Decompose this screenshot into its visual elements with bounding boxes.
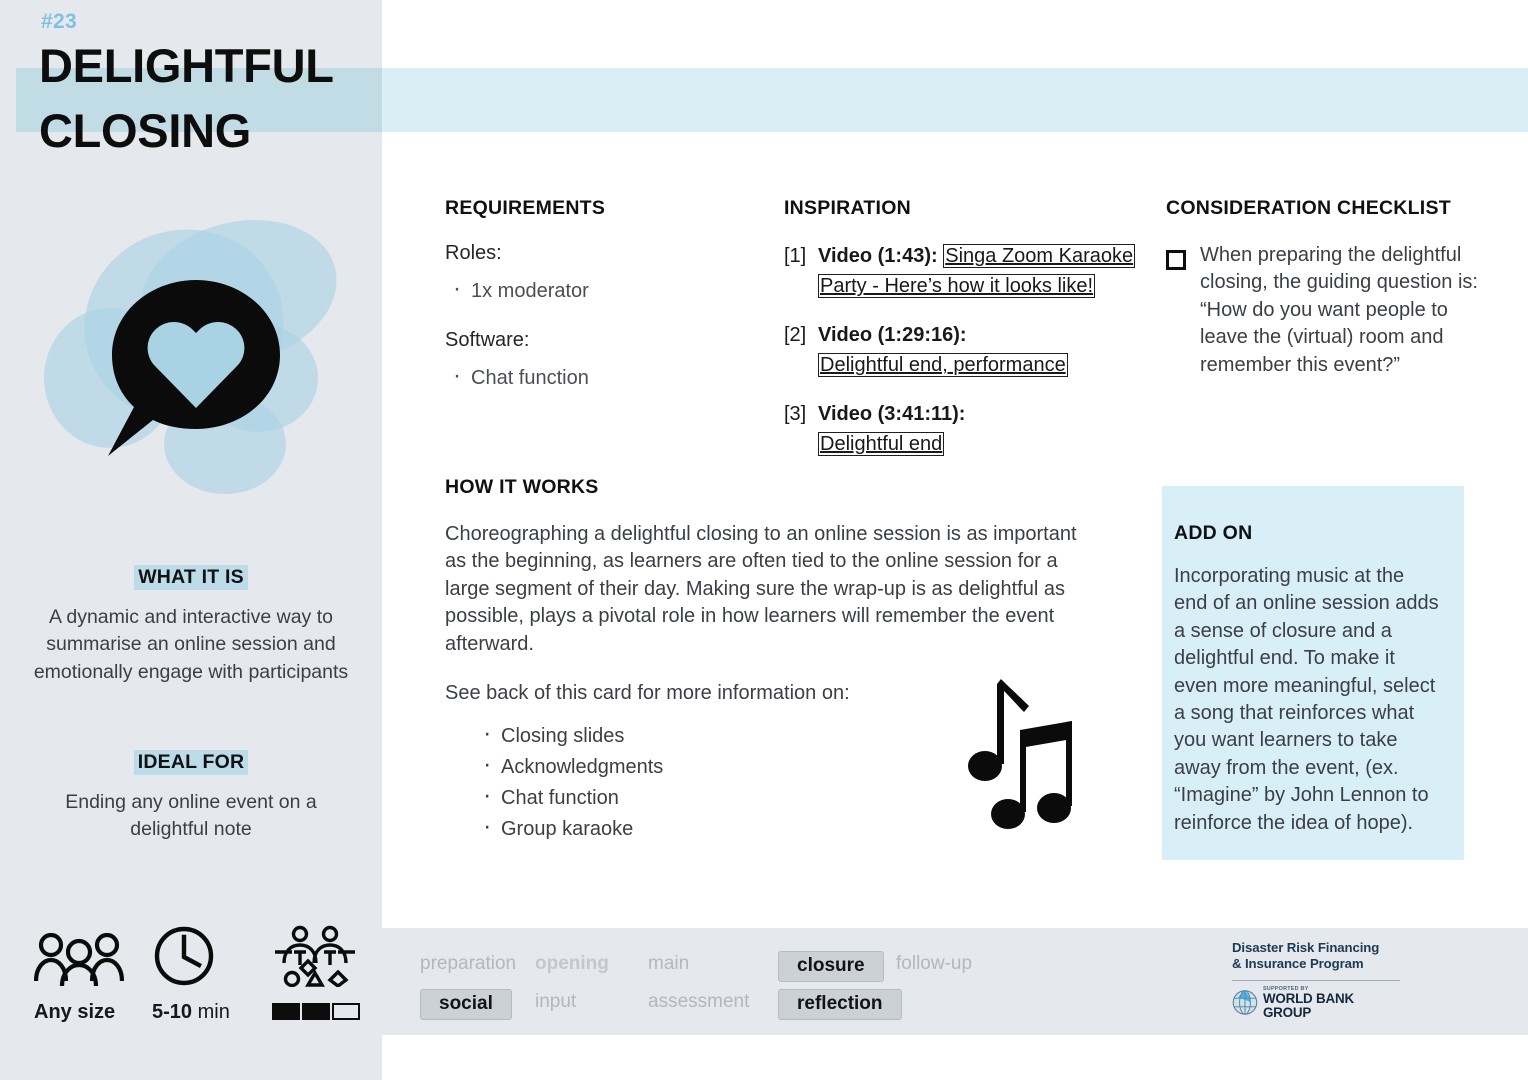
complexity-segment xyxy=(302,1003,330,1020)
method-card: #23 DELIGHTFUL CLOSING WHAT IT IS A dyna… xyxy=(0,0,1528,1080)
clock-icon xyxy=(152,925,230,987)
list-item: Chat function xyxy=(453,362,755,390)
how-it-works-heading: HOW IT WORKS xyxy=(445,476,599,498)
ideal-for-heading-wrap: IDEAL FOR xyxy=(0,750,382,775)
inspiration-label: Video (1:29:16): xyxy=(818,323,967,346)
meta-row: Any size 5-10 min xyxy=(0,925,382,1045)
page-title: DELIGHTFUL CLOSING xyxy=(39,39,333,157)
interaction-shapes-icon xyxy=(272,925,360,987)
checklist-heading: CONSIDERATION CHECKLIST xyxy=(1166,197,1451,219)
meta-complexity xyxy=(272,925,360,1020)
inspiration-item: [3] Video (3:41:11): Delightful end xyxy=(784,400,1144,459)
globe-icon xyxy=(1232,990,1258,1016)
inspiration-label: Video (3:41:11): xyxy=(818,402,966,425)
add-on-panel: ADD ON Incorporating music at the end of… xyxy=(1162,486,1464,860)
tag-group: preparation opening main closure follow-… xyxy=(420,951,972,1020)
hero-illustration xyxy=(22,200,362,512)
roles-label: Roles: xyxy=(445,242,502,264)
inspiration-item: [2] Video (1:29:16): Delightful end, per… xyxy=(784,321,1144,380)
tag-main[interactable]: main xyxy=(648,951,689,982)
consideration-checklist-section: CONSIDERATION CHECKLIST When preparing t… xyxy=(1166,197,1486,379)
list-item: 1x moderator xyxy=(453,275,755,303)
music-notes-icon xyxy=(968,679,1072,829)
inspiration-section: INSPIRATION [1] Video (1:43): Singa Zoom… xyxy=(784,197,1144,478)
inspiration-link[interactable]: Delightful end xyxy=(818,431,945,456)
inspiration-label: Video (1:43): xyxy=(818,245,938,267)
program-name-line-2: & Insurance Program xyxy=(1232,956,1364,972)
checklist-item-label: When preparing the delightful closing, t… xyxy=(1200,244,1478,376)
how-it-works-paragraph: Choreographing a delightful closing to a… xyxy=(445,523,1077,655)
tag-input[interactable]: input xyxy=(535,989,576,1020)
requirements-heading: REQUIREMENTS xyxy=(445,197,606,219)
complexity-segment xyxy=(272,1003,300,1020)
divider xyxy=(1232,979,1400,981)
inspiration-index: [1] xyxy=(784,245,807,267)
add-on-heading: ADD ON xyxy=(1174,522,1253,544)
inspiration-index: [3] xyxy=(784,402,807,425)
software-label: Software: xyxy=(445,329,530,351)
tag-reflection[interactable]: reflection xyxy=(778,989,902,1020)
speech-bubble-heart-icon xyxy=(108,280,280,456)
add-on-body: Incorporating music at the end of an onl… xyxy=(1174,565,1439,834)
program-name-line-1: Disaster Risk Financing xyxy=(1232,940,1380,955)
tag-follow-up[interactable]: follow-up xyxy=(896,951,972,982)
group-people-icon xyxy=(34,925,124,987)
what-it-is-body: A dynamic and interactive way to summari… xyxy=(33,606,349,683)
what-it-is-heading: WHAT IT IS xyxy=(134,565,248,590)
checkbox-icon[interactable] xyxy=(1166,250,1186,270)
inspiration-index: [2] xyxy=(784,323,807,346)
world-bank-group-label: WORLD BANK GROUP xyxy=(1262,991,1354,1020)
meta-duration: 5-10 min xyxy=(152,925,230,1024)
inspiration-heading: INSPIRATION xyxy=(784,197,911,219)
inspiration-link[interactable]: Singa Zoom Karaoke xyxy=(943,244,1136,268)
meta-group-size: Any size xyxy=(34,925,124,1024)
ideal-for-heading: IDEAL FOR xyxy=(133,750,249,775)
ideal-for-body: Ending any online event on a delightful … xyxy=(65,791,317,841)
requirements-section: REQUIREMENTS Roles: 1x moderator Softwar… xyxy=(445,197,755,416)
meta-group-size-label: Any size xyxy=(34,1001,116,1023)
tag-opening[interactable]: opening xyxy=(535,951,609,982)
tag-preparation[interactable]: preparation xyxy=(420,951,516,982)
what-it-is-heading-wrap: WHAT IT IS xyxy=(0,565,382,590)
checklist-item[interactable]: When preparing the delightful closing, t… xyxy=(1166,242,1486,379)
how-it-works-section: HOW IT WORKS Choreographing a delightful… xyxy=(445,476,1095,847)
title-highlight-band-right xyxy=(382,68,1528,132)
tag-closure[interactable]: closure xyxy=(778,951,884,982)
inspiration-item: [1] Video (1:43): Singa Zoom Karaoke Par… xyxy=(784,242,1144,301)
tag-social[interactable]: social xyxy=(420,989,512,1020)
meta-duration-label: 5-10 min xyxy=(152,1001,230,1023)
complexity-segment xyxy=(332,1003,360,1020)
complexity-bar xyxy=(272,1003,360,1020)
inspiration-link[interactable]: Delightful end, performance xyxy=(818,353,1068,378)
logo-block: Disaster Risk Financing & Insurance Prog… xyxy=(1232,940,1400,1019)
tag-assessment[interactable]: assessment xyxy=(648,989,749,1020)
card-number: #23 xyxy=(41,10,77,33)
inspiration-link[interactable]: Party - Here’s how it looks like! xyxy=(818,274,1096,299)
